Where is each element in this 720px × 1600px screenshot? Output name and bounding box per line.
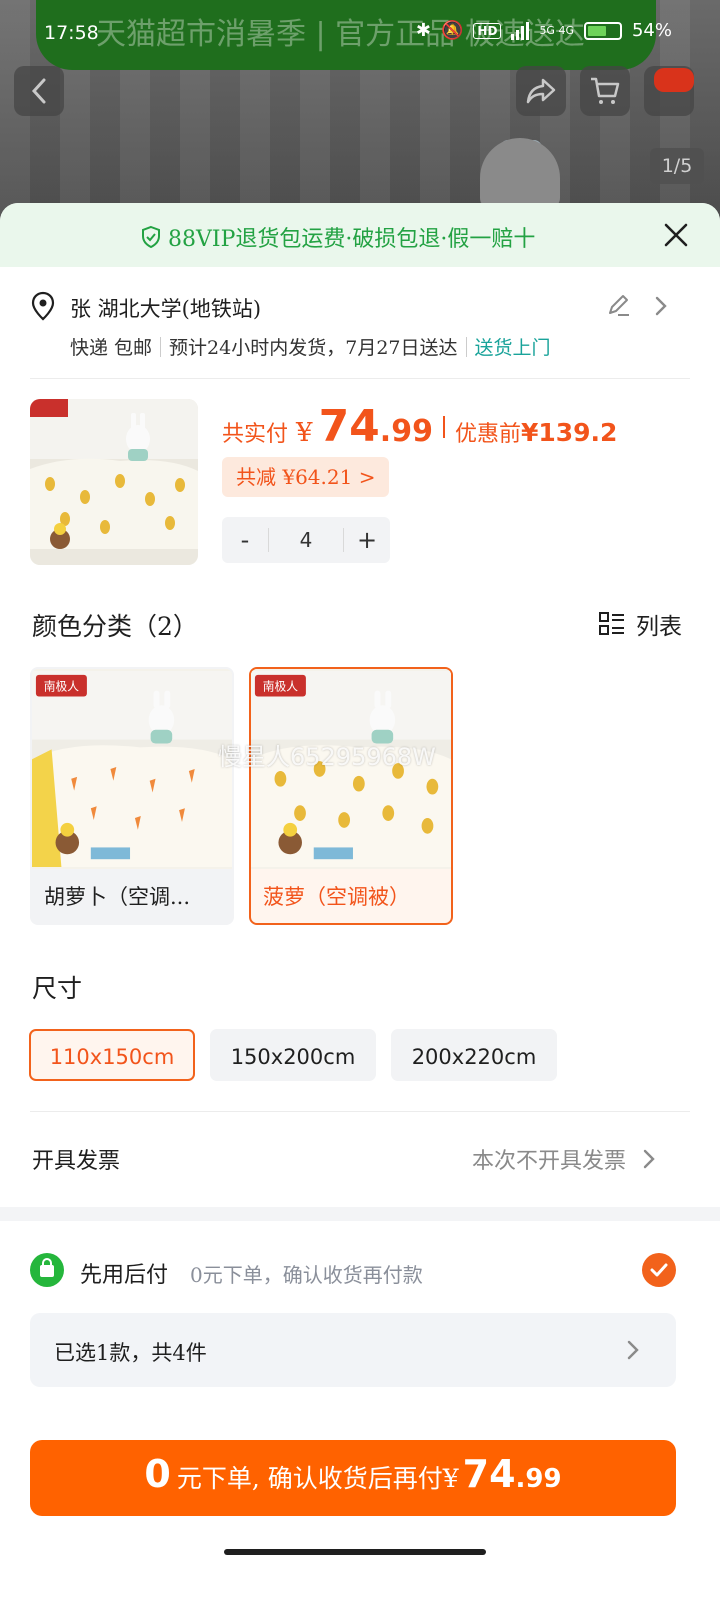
- cta-currency: ¥: [442, 1464, 459, 1493]
- address-text: 张 湖北大学(地铁站): [70, 297, 262, 321]
- vip-guarantee-bar: 88VIP退货包运费·破损包退·假一赔十: [0, 203, 720, 267]
- network-label: 5G 4G: [539, 24, 574, 37]
- price-currency: ¥: [296, 418, 313, 448]
- list-toggle-label: 列表: [636, 614, 682, 640]
- section-gap: [0, 1207, 720, 1221]
- decrement-button[interactable]: -: [222, 526, 268, 554]
- cta-text: 元下单, 确认收货后再付: [176, 1464, 443, 1493]
- separator: [442, 415, 445, 438]
- cta-amount-integer: 74: [462, 1452, 516, 1496]
- vip-guarantee-text: 88VIP退货包运费·破损包退·假一赔十: [168, 227, 536, 252]
- address-row[interactable]: 张 湖北大学(地铁站): [30, 285, 690, 329]
- price-label: 共实付: [222, 422, 289, 447]
- place-order-button[interactable]: 0 元下单, 确认收货后再付 ¥ 74 .99: [30, 1440, 676, 1516]
- signal-icon: [511, 21, 530, 40]
- status-time: 17:58: [44, 22, 99, 44]
- cta-amount-decimal: .99: [515, 1464, 562, 1494]
- share-button[interactable]: [516, 66, 566, 116]
- quantity-stepper: - 4 +: [222, 517, 390, 563]
- cart-button[interactable]: [580, 66, 630, 116]
- increment-button[interactable]: +: [344, 526, 390, 554]
- chevron-left-icon: [31, 78, 46, 104]
- user-watermark: 慢星人65295968W: [218, 743, 436, 771]
- original-price-label: 优惠前: [454, 422, 521, 447]
- vip-guarantee[interactable]: 88VIP退货包运费·破损包退·假一赔十: [140, 221, 535, 253]
- status-icons: ✱ 🔕 HD 5G 4G 54%: [416, 20, 672, 41]
- size-option-200x220[interactable]: 200x220cm: [391, 1029, 557, 1081]
- price-integer: 74: [318, 401, 380, 452]
- size-option-110x150[interactable]: 110x150cm: [29, 1029, 195, 1081]
- invoice-value: 本次不开具发票: [472, 1149, 627, 1174]
- list-icon: [599, 612, 624, 635]
- product-image: [30, 399, 198, 565]
- original-price: ¥139.2: [520, 418, 618, 447]
- bluetooth-icon: ✱: [415, 20, 431, 41]
- color-option-pineapple[interactable]: 南极人 菠萝（空调被）: [249, 667, 453, 925]
- pay-later-title: 先用后付: [80, 1263, 169, 1288]
- chevron-right-icon: [643, 1149, 655, 1169]
- door-delivery: 送货上门: [474, 337, 551, 359]
- brand-tag: 南极人: [263, 680, 298, 694]
- divider: [30, 1111, 690, 1112]
- brand-tag: 南极人: [44, 680, 79, 694]
- pay-later-icon: [30, 1253, 64, 1287]
- status-bar: 17:58 ✱ 🔕 HD 5G 4G 54%: [0, 0, 720, 66]
- cart-icon: [591, 77, 620, 104]
- price-line: 共实付 ¥ 74 .99 优惠前 ¥139.2: [222, 401, 617, 452]
- edit-icon[interactable]: [604, 291, 632, 319]
- close-icon[interactable]: [660, 219, 692, 251]
- shield-check-icon: [142, 225, 160, 249]
- battery-icon: [583, 21, 622, 40]
- pay-later-desc: 0元下单，确认收货再付款: [190, 1263, 423, 1287]
- size-section-title: 尺寸: [32, 974, 83, 1003]
- selected-summary: 已选1款，共4件: [54, 1341, 207, 1365]
- bunny-toy: [480, 138, 560, 208]
- separator: [160, 336, 162, 357]
- hd-icon: HD: [473, 22, 502, 39]
- divider: [30, 378, 690, 379]
- image-counter: 1/5: [650, 148, 704, 184]
- size-option-150x200[interactable]: 150x200cm: [210, 1029, 376, 1081]
- color-option-carrot[interactable]: 南极人 胡萝卜（空调...: [30, 667, 234, 925]
- option-name: 菠萝（空调被）: [263, 885, 410, 909]
- quantity-value[interactable]: 4: [268, 528, 344, 552]
- mute-icon: 🔕: [441, 20, 464, 41]
- shipping-method: 快递 包邮: [70, 337, 153, 359]
- cta-zero: 0: [144, 1452, 171, 1496]
- invoice-selector[interactable]: 本次不开具发票: [472, 1143, 656, 1175]
- selected-summary-row[interactable]: 已选1款，共4件: [30, 1313, 676, 1387]
- option-name: 胡萝卜（空调...: [44, 885, 191, 909]
- shipping-estimate: 预计24小时内发货，7月27日送达: [169, 337, 458, 359]
- invoice-label: 开具发票: [32, 1149, 121, 1174]
- carrot-quilt-image: 南极人: [32, 669, 232, 869]
- check-icon: [650, 1263, 668, 1277]
- shipping-info: 快递 包邮 预计24小时内发货，7月27日送达 送货上门: [70, 333, 551, 360]
- price-decimal: .99: [379, 414, 433, 449]
- home-indicator[interactable]: [224, 1549, 486, 1555]
- battery-level: 54%: [631, 20, 672, 41]
- color-section-title: 颜色分类（2）: [32, 612, 198, 641]
- share-icon: [526, 78, 556, 104]
- chevron-right-icon: [627, 1340, 639, 1360]
- pay-later-checkbox[interactable]: [642, 1253, 676, 1287]
- list-view-toggle[interactable]: 列表: [598, 607, 682, 641]
- notification-badge: [654, 68, 694, 92]
- product-thumbnail[interactable]: [30, 399, 198, 565]
- back-button[interactable]: [14, 66, 64, 116]
- sku-selection-sheet: 88VIP退货包运费·破损包退·假一赔十 张 湖北大学(地铁站) 快递 包邮 预…: [0, 203, 720, 1600]
- discount-detail-button[interactable]: 共减 ¥64.21 >: [222, 457, 390, 497]
- location-pin-icon: [31, 291, 55, 321]
- separator: [465, 336, 467, 357]
- chevron-right-icon: [655, 296, 667, 316]
